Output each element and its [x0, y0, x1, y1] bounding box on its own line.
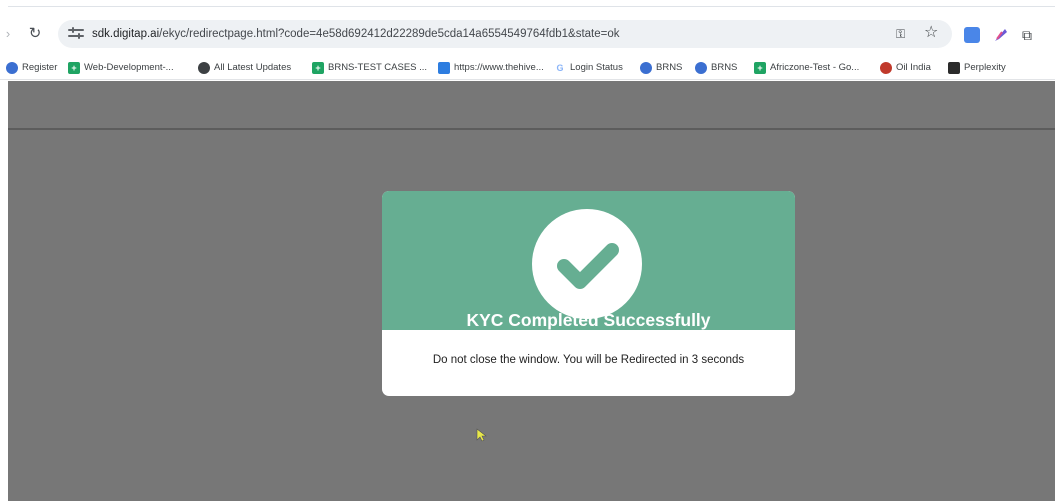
bookmark-label: BRNS: [711, 62, 738, 73]
bookmark-label: BRNS-TEST CASES ...: [328, 62, 428, 73]
globe-icon: [695, 62, 707, 74]
bookmark-web-development[interactable]: + Web-Development-...: [68, 60, 174, 76]
bookmark-label: Web-Development-...: [84, 62, 174, 73]
modal-body: Do not close the window. You will be Red…: [382, 330, 795, 396]
globe-icon: [6, 62, 18, 74]
sheets-icon: +: [68, 62, 80, 74]
kyc-success-modal: KYC Completed Successfully Do not close …: [382, 191, 795, 396]
bookmark-label: Africzone-Test - Go...: [770, 62, 860, 73]
page-header: [8, 81, 1055, 128]
tab-strip-divider: [8, 6, 1055, 7]
extensions-puzzle-icon[interactable]: ⧉: [1022, 26, 1038, 44]
redirect-message: Do not close the window. You will be Red…: [432, 354, 745, 366]
bookmark-perplexity[interactable]: Perplexity: [948, 60, 1006, 76]
bookmark-label: Perplexity: [964, 62, 1006, 73]
bookmark-star-icon[interactable]: ☆: [924, 24, 938, 42]
bookmark-brns-1[interactable]: BRNS: [640, 60, 682, 76]
bookmark-brns-test-cases[interactable]: + BRNS-TEST CASES ...: [312, 60, 427, 76]
bookmark-label: Register: [22, 62, 58, 73]
bookmark-label: Login Status: [570, 62, 623, 73]
bookmark-login-status[interactable]: G Login Status: [554, 60, 623, 76]
bookmarks-bar: Register + Web-Development-... All Latest…: [0, 56, 1055, 80]
bookmark-label: https://www.thehive...: [454, 62, 544, 73]
bookmark-oil-india[interactable]: Oil India: [880, 60, 931, 76]
perplexity-icon: [948, 62, 960, 74]
browser-toolbar: › ↻ sdk.digitap.ai/ekyc/redirectpage.htm…: [0, 14, 1055, 54]
bookmark-label: Oil India: [896, 62, 931, 73]
site-icon: [438, 62, 450, 74]
site-info-icon[interactable]: [68, 27, 84, 41]
success-check-icon: [532, 209, 642, 319]
sheets-icon: +: [312, 62, 324, 74]
modal-title: KYC Completed Successfully: [466, 310, 711, 330]
page-header-divider: [8, 128, 1055, 130]
oil-india-icon: [880, 62, 892, 74]
url-host: sdk.digitap.ai: [92, 28, 160, 40]
bookmark-register[interactable]: Register: [6, 60, 57, 76]
mouse-cursor-icon: [476, 428, 487, 442]
globe-icon: [640, 62, 652, 74]
extension-icon[interactable]: [964, 27, 980, 43]
reload-icon[interactable]: ↻: [26, 24, 44, 44]
bookmark-thehive[interactable]: https://www.thehive...: [438, 60, 544, 76]
modal-header: KYC Completed Successfully: [382, 191, 795, 330]
bookmark-all-latest-updates[interactable]: All Latest Updates: [198, 60, 291, 76]
sheets-icon: +: [754, 62, 766, 74]
bookmark-label: All Latest Updates: [214, 62, 292, 73]
url-text[interactable]: sdk.digitap.ai/ekyc/redirectpage.html?co…: [92, 26, 620, 42]
address-bar[interactable]: sdk.digitap.ai/ekyc/redirectpage.html?co…: [58, 20, 952, 48]
world-icon: [198, 62, 210, 74]
extension-feather-icon[interactable]: [992, 26, 1010, 44]
password-key-icon[interactable]: ⚿: [896, 26, 905, 42]
window-top-strip: [0, 0, 1055, 12]
forward-icon[interactable]: ›: [2, 25, 14, 43]
bookmark-label: BRNS: [656, 62, 683, 73]
bookmark-brns-2[interactable]: BRNS: [695, 60, 737, 76]
url-path: /ekyc/redirectpage.html?code=4e58d692412…: [159, 28, 620, 40]
bookmark-africzone-test[interactable]: + Africzone-Test - Go...: [754, 60, 859, 76]
login-icon: G: [556, 63, 564, 73]
